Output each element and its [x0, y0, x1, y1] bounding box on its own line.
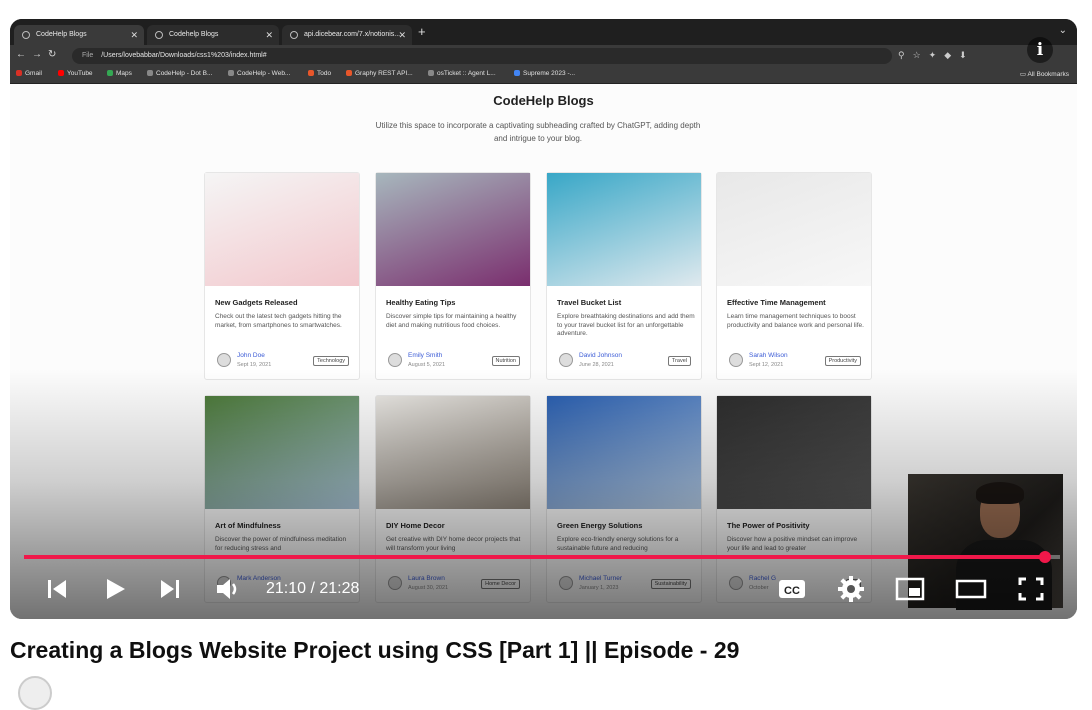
globe-icon	[228, 70, 234, 76]
globe-icon	[290, 31, 298, 39]
blog-card[interactable]: Travel Bucket List Explore breathtaking d…	[546, 172, 702, 380]
nav-buttons[interactable]: ←→↻	[16, 49, 62, 60]
author-name[interactable]: John Doe	[237, 352, 265, 359]
video-player[interactable]: CodeHelp Blogs ✕ Codehelp Blogs ✕ api.di…	[10, 19, 1077, 619]
bookmark-item[interactable]: Supreme 2023 -...	[514, 70, 575, 77]
globe-icon	[22, 31, 30, 39]
page-title: CodeHelp Blogs	[493, 93, 594, 108]
post-date: August 5, 2021	[408, 362, 446, 368]
card-image	[376, 173, 530, 286]
address-bar[interactable]: File /Users/lovebabbar/Downloads/css1%20…	[72, 48, 892, 64]
page-subtitle: Utilize this space to incorporate a capt…	[375, 121, 701, 143]
chevron-down-icon[interactable]: ⌄	[1059, 25, 1067, 36]
card-title: Healthy Eating Tips	[386, 298, 456, 307]
fullscreen-icon[interactable]	[1016, 575, 1046, 603]
close-tab-icon[interactable]: ✕	[265, 25, 273, 45]
drive-icon	[514, 70, 520, 76]
theater-icon[interactable]	[954, 575, 988, 603]
category-tag[interactable]: Productivity	[824, 356, 861, 366]
close-tab-icon[interactable]: ✕	[130, 25, 138, 45]
todo-icon	[308, 70, 314, 76]
previous-icon[interactable]	[44, 576, 70, 602]
bookmark-item[interactable]: YouTube	[58, 70, 93, 77]
extension-icons[interactable]: ⚲☆✦◆⬇	[898, 50, 975, 61]
tab-label: Codehelp Blogs	[169, 31, 219, 38]
post-date: Sept 12, 2021	[749, 362, 784, 368]
globe-icon	[147, 70, 153, 76]
card-description: Learn time management techniques to boos…	[727, 313, 864, 329]
bookmark-item[interactable]: Gmail	[16, 70, 42, 77]
progress-played	[24, 555, 1046, 559]
blog-card[interactable]: Effective Time Management Learn time mana…	[716, 172, 872, 380]
blog-card[interactable]: New Gadgets Released Check out the latest…	[204, 172, 360, 380]
author-name[interactable]: David Johnson	[579, 352, 622, 359]
all-bookmarks[interactable]: ▭ All Bookmarks	[1020, 70, 1069, 78]
miniplayer-icon[interactable]	[894, 575, 926, 603]
category-tag[interactable]: Technology	[313, 356, 349, 366]
gmail-icon	[16, 70, 22, 76]
card-image	[547, 173, 701, 286]
globe-icon	[155, 31, 163, 39]
post-date: June 28, 2021	[579, 362, 614, 368]
card-image	[717, 173, 871, 286]
close-tab-icon[interactable]: ✕	[398, 25, 406, 45]
card-image	[205, 173, 359, 286]
maps-icon	[107, 70, 113, 76]
card-description: Check out the latest tech gadgets hittin…	[215, 313, 342, 329]
channel-avatar[interactable]	[18, 676, 52, 710]
bookmark-item[interactable]: osTicket :: Agent L...	[428, 70, 496, 77]
globe-icon	[428, 70, 434, 76]
settings-icon[interactable]	[836, 574, 866, 604]
graphy-icon	[346, 70, 352, 76]
blog-card[interactable]: Healthy Eating Tips Discover simple tips …	[375, 172, 531, 380]
card-title: Travel Bucket List	[557, 298, 622, 307]
play-icon[interactable]	[102, 576, 128, 602]
author-avatar	[388, 353, 402, 367]
card-description: Discover simple tips for maintaining a h…	[386, 313, 517, 329]
new-tab-icon[interactable]: +	[418, 24, 426, 39]
browser-tab-bar: CodeHelp Blogs ✕ Codehelp Blogs ✕ api.di…	[10, 19, 1077, 45]
bookmarks-bar: Gmail YouTube Maps CodeHelp - Dot B... C…	[10, 67, 1077, 84]
tab-label: api.dicebear.com/7.x/notionis...	[304, 31, 401, 38]
url-text: /Users/lovebabbar/Downloads/css1%203/ind…	[101, 52, 267, 59]
author-name[interactable]: Emily Smith	[408, 352, 442, 359]
card-title: Effective Time Management	[727, 298, 826, 307]
cc-icon[interactable]: CC	[777, 576, 807, 602]
browser-tab[interactable]: api.dicebear.com/7.x/notionis... ✕	[282, 25, 412, 45]
tab-label: CodeHelp Blogs	[36, 31, 87, 38]
browser-tab[interactable]: Codehelp Blogs ✕	[147, 25, 279, 45]
bookmark-item[interactable]: CodeHelp - Dot B...	[147, 70, 212, 77]
category-tag[interactable]: Nutrition	[491, 356, 520, 366]
bookmark-item[interactable]: Maps	[107, 70, 132, 77]
category-tag[interactable]: Travel	[667, 356, 691, 366]
progress-bar[interactable]	[24, 551, 1060, 563]
author-avatar	[217, 353, 231, 367]
bookmark-item[interactable]: CodeHelp - Web...	[228, 70, 290, 77]
video-title[interactable]: Creating a Blogs Website Project using C…	[10, 637, 739, 664]
time-display: 21:10 / 21:28	[266, 580, 360, 597]
browser-toolbar: ←→↻ File /Users/lovebabbar/Downloads/css…	[10, 45, 1077, 67]
file-label: File	[82, 52, 94, 59]
card-description: Explore breathtaking destinations and ad…	[557, 313, 695, 337]
card-title: New Gadgets Released	[215, 298, 298, 307]
author-avatar	[559, 353, 573, 367]
next-icon[interactable]	[157, 576, 183, 602]
bookmark-item[interactable]: Graphy REST API...	[346, 70, 413, 77]
youtube-icon	[58, 70, 64, 76]
browser-tab[interactable]: CodeHelp Blogs ✕	[14, 25, 144, 45]
bookmark-item[interactable]: Todo	[308, 70, 331, 77]
volume-icon[interactable]	[214, 575, 244, 603]
info-icon[interactable]: i	[1027, 37, 1053, 63]
svg-text:CC: CC	[784, 585, 800, 597]
author-name[interactable]: Sarah Wilson	[749, 352, 788, 359]
author-avatar	[729, 353, 743, 367]
post-date: Sept 19, 2021	[237, 362, 272, 368]
